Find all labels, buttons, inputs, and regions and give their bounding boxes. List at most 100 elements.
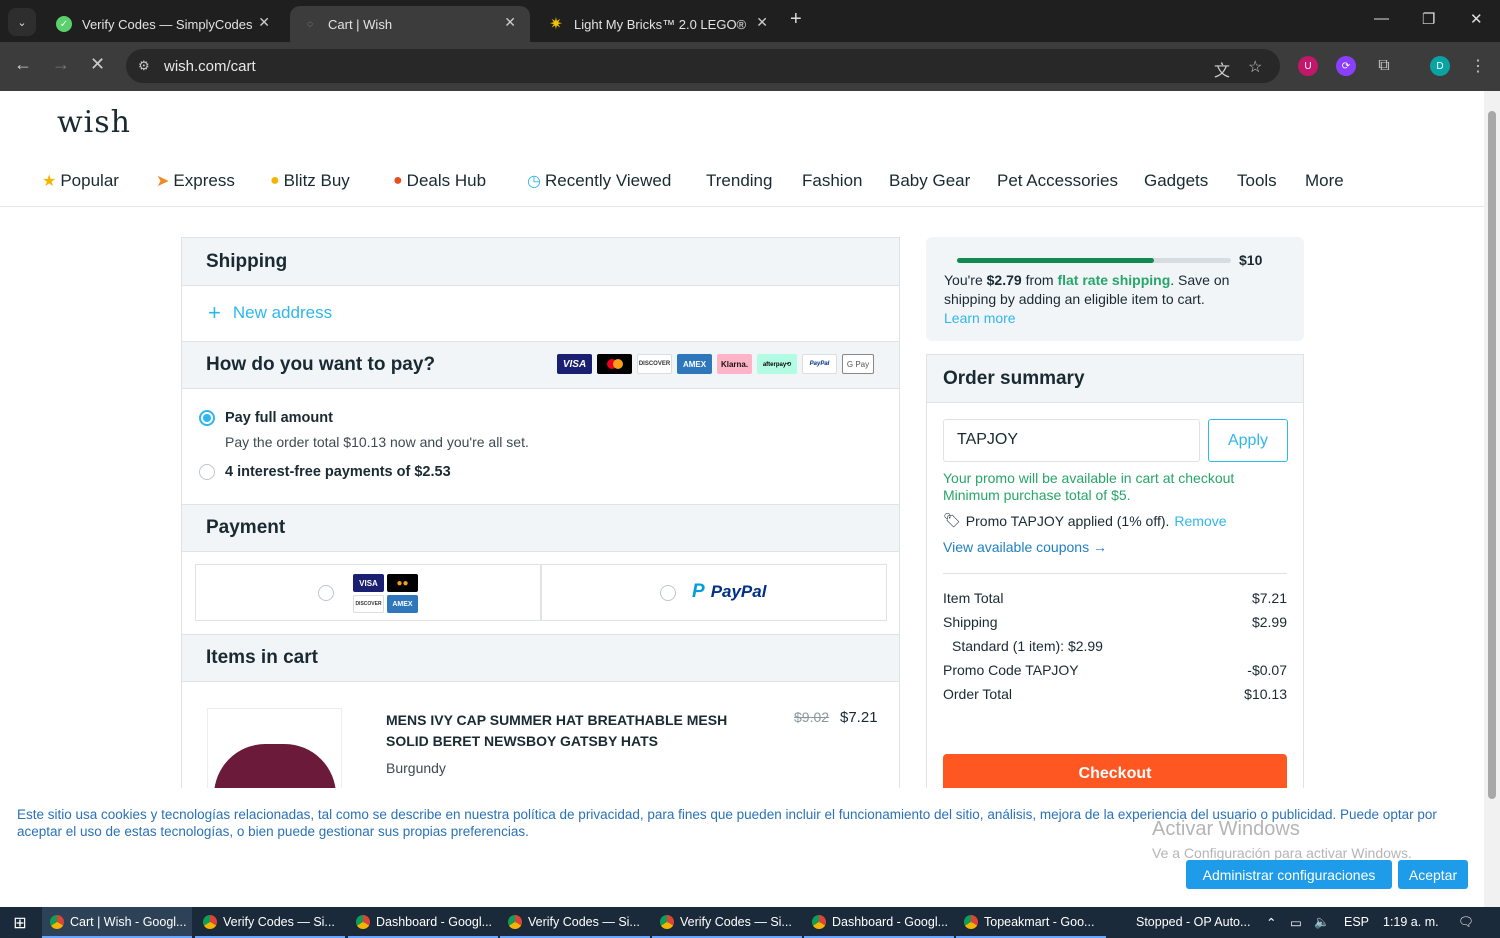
address-bar[interactable]: ⚙ wish.com/cart 文 ☆ (126, 49, 1280, 83)
pay-full-title[interactable]: Pay full amount (225, 410, 333, 426)
product-name[interactable]: MENS IVY CAP SUMMER HAT BREATHABLE MESH … (386, 710, 727, 752)
taskbar-item[interactable]: Verify Codes — Si... (195, 907, 345, 938)
installments-label[interactable]: 4 interest-free payments of $2.53 (225, 464, 451, 480)
forward-button[interactable]: → (52, 54, 70, 75)
tab-verify-codes[interactable]: ✓ Verify Codes — SimplyCodes ✕ (44, 6, 284, 42)
product-price: $7.21 (840, 709, 878, 726)
taskbar-item[interactable]: Cart | Wish - Googl... (42, 907, 192, 938)
notifications-icon[interactable]: 🗨 (1458, 915, 1474, 930)
order-summary-header: Order summary (927, 355, 1303, 403)
klarna-logo: Klarna. (717, 354, 752, 374)
profile-avatar[interactable]: D (1430, 56, 1450, 76)
browser-menu-icon[interactable]: ⋮ (1468, 56, 1488, 76)
chrome-icon (356, 914, 370, 929)
close-tab-icon[interactable]: ✕ (756, 14, 768, 31)
pay-title: How do you want to pay? (206, 354, 436, 375)
checkout-button[interactable]: Checkout (943, 754, 1287, 788)
new-address-button[interactable]: + New address (208, 300, 332, 326)
tag-icon: 🏷 (943, 512, 961, 528)
url-text[interactable]: wish.com/cart (164, 58, 256, 75)
simplycodes-favicon-icon: ✓ (56, 16, 72, 32)
close-tab-icon[interactable]: ✕ (504, 14, 516, 31)
nav-blitz-buy[interactable]: ● Blitz Buy (270, 171, 350, 191)
chrome-icon (660, 914, 674, 929)
card-radio[interactable] (318, 585, 334, 601)
page-content: wish ★ Popular ➤ Express ● Blitz Buy ● Deals… (0, 91, 1484, 788)
restore-button[interactable]: ❐ (1422, 10, 1435, 28)
free-shipping-progress (957, 258, 1231, 263)
paypal-logo: PayPal (802, 354, 837, 374)
deals-tag-icon: ● (393, 172, 403, 189)
view-coupons-link[interactable]: View available coupons → (943, 539, 1107, 555)
lightmybricks-favicon-icon: ✷ (549, 16, 563, 33)
tab-search-button[interactable]: ⌄ (8, 8, 36, 36)
taskbar-item[interactable]: Dashboard - Googl... (804, 907, 954, 938)
chrome-icon (50, 914, 64, 929)
taskbar-item[interactable]: Topeakmart - Goo... (956, 907, 1106, 938)
extension-icon[interactable]: ⟳ (1336, 56, 1356, 76)
translate-icon[interactable]: 文 (1214, 57, 1230, 81)
bookmark-star-icon[interactable]: ☆ (1248, 57, 1262, 77)
scrollbar-thumb[interactable] (1488, 111, 1496, 799)
blitz-coin-icon: ● (270, 172, 280, 189)
paypal-payment-option[interactable]: P PayPal (541, 564, 887, 621)
nav-gadgets[interactable]: Gadgets (1144, 171, 1208, 191)
divider (943, 573, 1287, 574)
ublock-extension-icon[interactable]: U (1298, 56, 1318, 76)
close-tab-icon[interactable]: ✕ (258, 14, 270, 31)
cookie-banner: Este sitio usa cookies y tecnologías rel… (0, 788, 1484, 907)
language-indicator[interactable]: ESP (1344, 915, 1369, 929)
summary-row-promo: Promo Code TAPJOY -$0.07 (943, 662, 1287, 678)
nav-fashion[interactable]: Fashion (802, 171, 862, 191)
free-shipping-text: You're $2.79 from flat rate shipping. Sa… (944, 272, 1230, 326)
accept-button[interactable]: Aceptar (1398, 860, 1468, 889)
chrome-icon (964, 914, 978, 929)
tab-light-my-bricks[interactable]: ✷ Light My Bricks™ 2.0 LEGO® Lig ✕ (536, 6, 782, 42)
nav-recently-viewed[interactable]: ◷ Recently Viewed (527, 171, 671, 191)
installments-radio[interactable] (199, 464, 215, 480)
hat-shape (214, 744, 336, 788)
page-scrollbar[interactable] (1484, 91, 1500, 907)
tray-chevron-icon[interactable]: ⌃ (1266, 915, 1276, 930)
taskbar-item[interactable]: Verify Codes — Si... (652, 907, 802, 938)
new-tab-button[interactable]: + (790, 8, 802, 31)
back-button[interactable]: ← (14, 54, 32, 75)
manage-settings-button[interactable]: Administrar configuraciones (1186, 860, 1392, 889)
learn-more-link[interactable]: Learn more (944, 310, 1016, 326)
nav-pet-accessories[interactable]: Pet Accessories (997, 171, 1118, 191)
nav-baby-gear[interactable]: Baby Gear (889, 171, 970, 191)
volume-icon[interactable]: 🔈 (1314, 915, 1330, 930)
taskbar-item[interactable]: Verify Codes — Si... (500, 907, 650, 938)
nav-trending[interactable]: Trending (706, 171, 772, 191)
apply-button[interactable]: Apply (1208, 419, 1288, 462)
nav-express[interactable]: ➤ Express (156, 171, 235, 191)
afterpay-logo: afterpay⟲ (757, 354, 797, 374)
tab-cart-wish[interactable]: ◌ Cart | Wish ✕ (290, 6, 530, 42)
minimize-button[interactable]: — (1374, 10, 1389, 27)
windows-taskbar: ⊞ Cart | Wish - Googl... Verify Codes — … (0, 907, 1500, 938)
windows-watermark-title: Activar Windows (1152, 818, 1300, 840)
promo-code-input[interactable]: TAPJOY (943, 419, 1200, 462)
summary-row-order-total: Order Total $10.13 (943, 686, 1287, 702)
paypal-radio[interactable] (660, 585, 676, 601)
nav-deals-hub[interactable]: ● Deals Hub (393, 171, 486, 191)
taskbar-item[interactable]: Dashboard - Googl... (348, 907, 498, 938)
taskbar-stopped-item[interactable]: Stopped - OP Auto... (1136, 915, 1250, 929)
remove-promo-link[interactable]: Remove (1174, 513, 1226, 529)
visa-logo: VISA (353, 574, 384, 592)
network-icon[interactable]: ▭ (1290, 915, 1302, 930)
extensions-puzzle-icon[interactable]: ⧉ (1374, 56, 1394, 76)
nav-popular[interactable]: ★ Popular (42, 171, 119, 191)
product-old-price: $9.02 (794, 709, 830, 725)
site-settings-icon[interactable]: ⚙ (138, 58, 150, 74)
stop-loading-button[interactable]: ✕ (90, 54, 105, 75)
card-payment-option[interactable]: VISA ●● DISCOVER AMEX (195, 564, 541, 621)
clock[interactable]: 1:19 a. m. (1383, 915, 1439, 929)
product-image[interactable] (207, 708, 342, 788)
nav-tools[interactable]: Tools (1237, 171, 1277, 191)
wish-logo[interactable]: wish (57, 105, 131, 140)
close-window-button[interactable]: ✕ (1470, 10, 1483, 28)
pay-full-radio[interactable] (199, 410, 215, 426)
windows-start-icon[interactable]: ⊞ (0, 907, 40, 938)
nav-more[interactable]: More (1305, 171, 1344, 191)
